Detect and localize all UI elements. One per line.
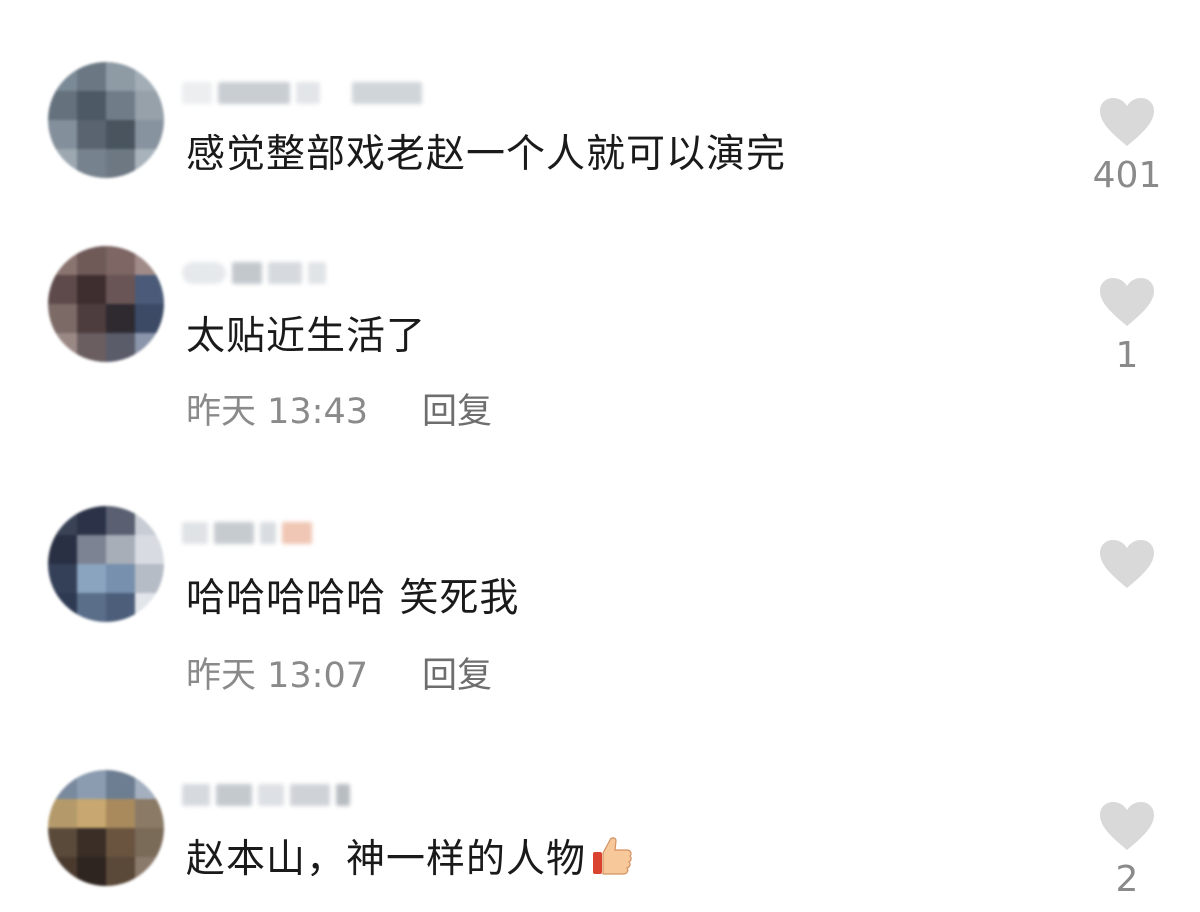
reply-button[interactable]: 回复 bbox=[422, 392, 492, 432]
avatar[interactable] bbox=[48, 62, 164, 178]
username[interactable] bbox=[182, 260, 326, 286]
like-count: 1 bbox=[1115, 335, 1139, 376]
like-count: 2 bbox=[1115, 859, 1139, 900]
avatar[interactable] bbox=[48, 246, 164, 362]
comment-text: 赵本山，神一样的人物 bbox=[186, 834, 634, 891]
username[interactable] bbox=[182, 782, 350, 808]
comment-time: 昨天 13:07 bbox=[186, 656, 368, 696]
heart-icon bbox=[1100, 540, 1154, 588]
like-button[interactable] bbox=[1082, 538, 1172, 598]
username[interactable] bbox=[182, 520, 312, 546]
comment-text: 太贴近生活了 bbox=[186, 314, 427, 359]
heart-icon bbox=[1100, 278, 1154, 326]
comment-time: 昨天 13:43 bbox=[186, 392, 368, 432]
heart-icon bbox=[1100, 802, 1154, 850]
avatar[interactable] bbox=[48, 770, 164, 886]
avatar[interactable] bbox=[48, 506, 164, 622]
comment-text: 感觉整部戏老赵一个人就可以演完 bbox=[186, 132, 787, 177]
comment-meta: 昨天 13:43 回复 bbox=[186, 390, 492, 434]
like-count: 401 bbox=[1092, 155, 1162, 196]
like-button[interactable]: 2 bbox=[1082, 800, 1172, 900]
username[interactable] bbox=[182, 80, 422, 106]
reply-button[interactable]: 回复 bbox=[422, 656, 492, 696]
heart-icon bbox=[1100, 98, 1154, 146]
comment-text-content: 赵本山，神一样的人物 bbox=[186, 837, 587, 882]
comment-text: 哈哈哈哈哈 笑死我 bbox=[186, 576, 520, 621]
comment-list: 感觉整部戏老赵一个人就可以演完 401 太贴近生活了 昨天 13:43 回复 1… bbox=[0, 0, 1200, 912]
like-button[interactable]: 401 bbox=[1082, 96, 1172, 196]
comment-meta: 昨天 13:07 回复 bbox=[186, 654, 492, 698]
thumbs-up-icon bbox=[590, 834, 634, 891]
like-button[interactable]: 1 bbox=[1082, 276, 1172, 376]
